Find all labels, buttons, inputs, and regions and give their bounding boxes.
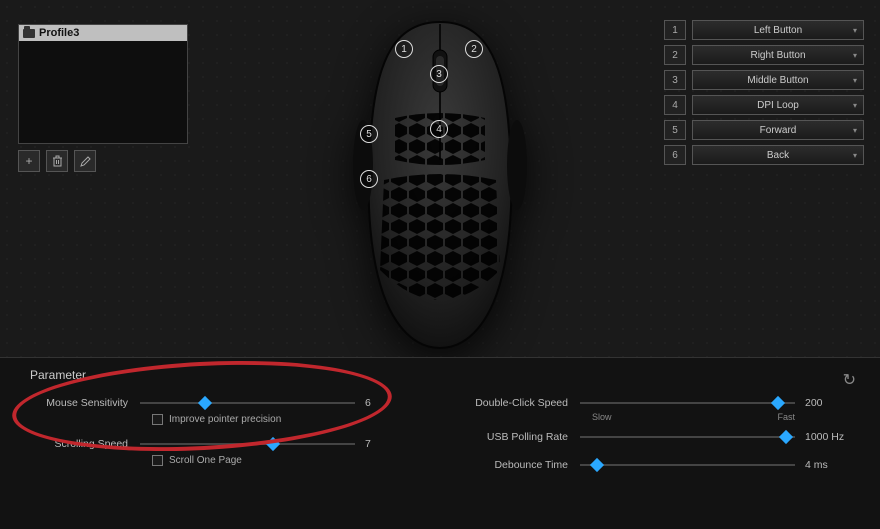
mouse-sensitivity-value: 6: [355, 397, 410, 409]
mouse-sensitivity-label: Mouse Sensitivity: [30, 397, 140, 409]
improve-precision-checkbox[interactable]: [152, 414, 163, 425]
double-click-label: Double-Click Speed: [470, 397, 580, 409]
diagram-marker-6: 6: [360, 170, 378, 188]
parameter-panel: Parameter ↻ Mouse Sensitivity 6 Improve …: [0, 357, 880, 529]
assign-button-2[interactable]: Right Button: [692, 45, 864, 65]
double-click-value: 200: [795, 397, 850, 409]
edit-profile-button[interactable]: [74, 150, 96, 172]
debounce-slider[interactable]: [580, 458, 795, 472]
polling-rate-value: 1000 Hz: [795, 431, 850, 443]
profile-name: Profile3: [39, 27, 79, 39]
btn-index: 4: [664, 95, 686, 115]
debounce-value: 4 ms: [795, 459, 850, 471]
diagram-marker-2: 2: [465, 40, 483, 58]
scrolling-speed-slider[interactable]: [140, 437, 355, 451]
polling-rate-slider[interactable]: [580, 430, 795, 444]
assign-button-4[interactable]: DPI Loop: [692, 95, 864, 115]
debounce-label: Debounce Time: [470, 459, 580, 471]
delete-profile-button[interactable]: [46, 150, 68, 172]
diagram-marker-1: 1: [395, 40, 413, 58]
scroll-one-page-checkbox[interactable]: [152, 455, 163, 466]
scrolling-speed-label: Scrolling Speed: [30, 438, 140, 450]
btn-index: 2: [664, 45, 686, 65]
scrolling-speed-value: 7: [355, 438, 410, 450]
mouse-diagram: 1 2 3 4 5 6: [300, 10, 580, 350]
assign-button-5[interactable]: Forward: [692, 120, 864, 140]
panel-title: Parameter: [30, 368, 850, 382]
btn-index: 6: [664, 145, 686, 165]
pencil-icon: [80, 156, 91, 167]
trash-icon: [52, 155, 63, 167]
diagram-marker-3: 3: [430, 65, 448, 83]
polling-rate-label: USB Polling Rate: [470, 431, 580, 443]
double-click-slider[interactable]: [580, 396, 795, 410]
profile-item-selected[interactable]: Profile3: [19, 25, 187, 41]
double-click-high: Fast: [777, 412, 795, 422]
folder-icon: [23, 29, 35, 38]
mouse-sensitivity-slider[interactable]: [140, 396, 355, 410]
assign-button-6[interactable]: Back: [692, 145, 864, 165]
scroll-one-page-label: Scroll One Page: [169, 455, 242, 466]
diagram-marker-4: 4: [430, 120, 448, 138]
profile-list[interactable]: Profile3: [18, 24, 188, 144]
improve-precision-label: Improve pointer precision: [169, 414, 281, 425]
assign-button-3[interactable]: Middle Button: [692, 70, 864, 90]
add-profile-button[interactable]: +: [18, 150, 40, 172]
reset-button[interactable]: ↻: [843, 370, 856, 390]
diagram-marker-5: 5: [360, 125, 378, 143]
button-assignments: 1 Left Button 2 Right Button 3 Middle Butto…: [664, 20, 864, 170]
assign-button-1[interactable]: Left Button: [692, 20, 864, 40]
btn-index: 5: [664, 120, 686, 140]
btn-index: 1: [664, 20, 686, 40]
double-click-low: Slow: [592, 412, 612, 422]
btn-index: 3: [664, 70, 686, 90]
